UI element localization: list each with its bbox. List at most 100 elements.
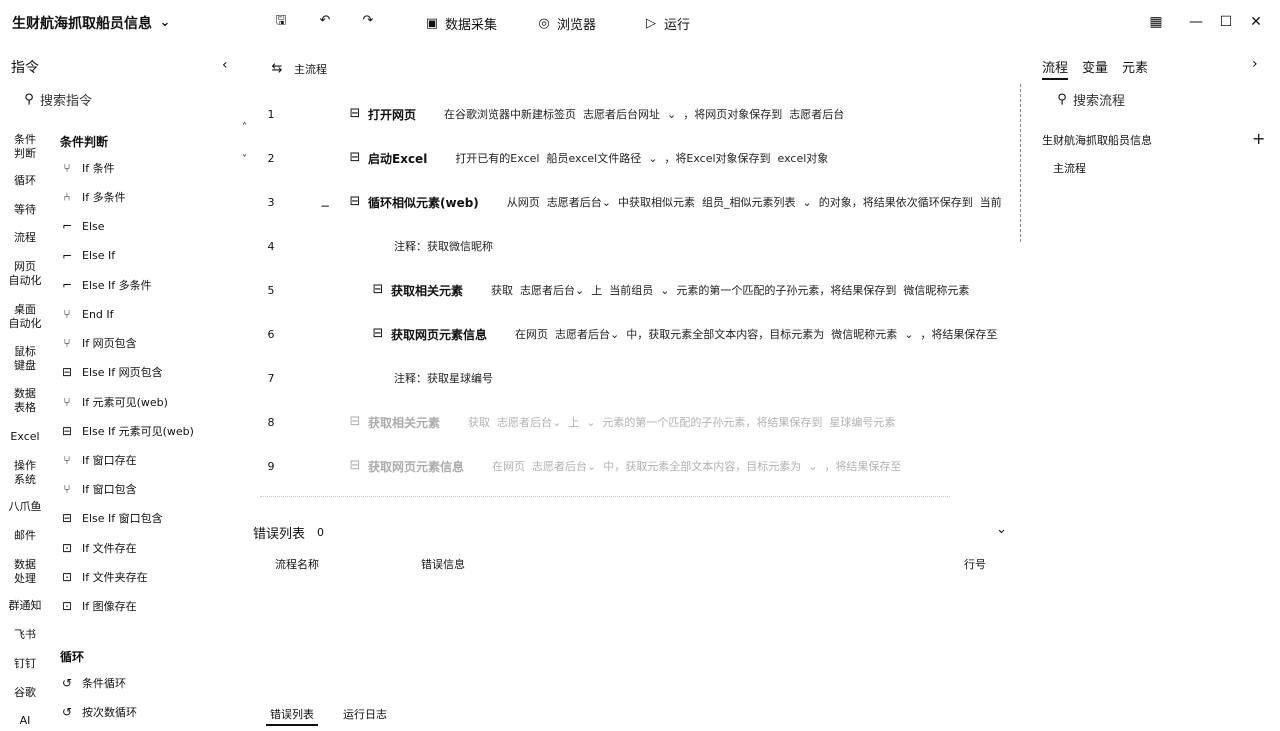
tab-error-list[interactable]: 错误列表: [266, 706, 318, 726]
command-item[interactable]: ⌐ Else If 多条件: [60, 277, 152, 293]
flow-step[interactable]: ⊟ 获取相关元素 获取 志愿者后台⌄ 上 ⌄ 元素的第一个匹配的子孙元素，将结果保存…: [348, 413, 896, 431]
command-item[interactable]: ⑃ If 多条件: [60, 189, 126, 205]
redo-button[interactable]: ↷: [361, 14, 375, 28]
command-search-input[interactable]: ⚲ 搜索指令: [22, 90, 92, 109]
category-item[interactable]: 钉钉: [4, 657, 46, 671]
app-title-text: 生财航海抓取船员信息: [12, 16, 152, 32]
command-item[interactable]: ⑂ If 窗口存在: [60, 452, 137, 468]
step-icon: ⊟: [349, 194, 361, 209]
command-item[interactable]: ⑂ If 网页包含: [60, 335, 136, 351]
minimize-button[interactable]: —: [1188, 14, 1204, 30]
command-item[interactable]: ↺ 条件循环: [60, 675, 126, 691]
category-item[interactable]: 邮件: [4, 529, 46, 543]
command-label: Else If 元素可见(web): [82, 424, 194, 438]
command-item[interactable]: ⑂ If 条件: [60, 160, 114, 176]
step-description: 在网页 志愿者后台⌄ 中，获取元素全部文本内容，目标元素为 ⌄ ，将结果保存至: [492, 460, 902, 473]
scrollbar[interactable]: [1016, 84, 1021, 242]
chevron-down-icon: ⌄: [996, 522, 1007, 537]
close-icon: ✕: [1250, 14, 1262, 30]
command-label: If 窗口存在: [82, 454, 137, 467]
maximize-button[interactable]: ☐: [1218, 14, 1234, 30]
category-item[interactable]: AI: [4, 714, 46, 728]
category-item[interactable]: 条件 判断: [4, 133, 46, 161]
category-item[interactable]: 操作 系统: [4, 459, 46, 487]
category-item[interactable]: 鼠标 键盘: [4, 345, 46, 373]
step-description: 在网页 志愿者后台⌄ 中，获取元素全部文本内容，目标元素为 微信昵称元素 ⌄ ，…: [515, 328, 998, 341]
save-button[interactable]: 🖫: [274, 14, 288, 28]
command-label: If 多条件: [82, 191, 126, 205]
step-description: 在谷歌浏览器中新建标签页 志愿者后台网址 ⌄ ，将网页对象保存到 志愿者后台: [444, 108, 845, 121]
layout-button[interactable]: ▦: [1148, 14, 1164, 30]
browser-button[interactable]: ◎ 浏览器: [537, 14, 596, 33]
step-comment: 注释：获取微信昵称: [394, 240, 493, 253]
search-icon: ⚲: [24, 91, 34, 107]
flow-step[interactable]: ⊟ 获取相关元素 获取 志愿者后台⌄ 上 当前组员 ⌄ 元素的第一个匹配的子孙元素，…: [371, 281, 970, 299]
data-collect-label: 数据采集: [445, 18, 498, 33]
tab-run-log[interactable]: 运行日志: [343, 706, 387, 722]
category-item[interactable]: 八爪鱼: [4, 500, 46, 514]
close-button[interactable]: ✕: [1248, 14, 1264, 30]
category-item[interactable]: 谷歌: [4, 686, 46, 700]
category-item[interactable]: 数据 处理: [4, 558, 46, 586]
step-name: 打开网页: [368, 107, 417, 122]
command-item[interactable]: ⌐ Else: [60, 218, 105, 234]
h-scrollbar[interactable]: [260, 496, 950, 497]
row-number: 7: [267, 372, 275, 385]
command-label: Else If: [82, 249, 116, 263]
flow-tab-main[interactable]: ⇆ 主流程: [270, 61, 327, 77]
category-item[interactable]: 桌面 自动化: [4, 303, 46, 331]
row-number: 1: [267, 108, 275, 121]
tab-elements[interactable]: 元素: [1122, 57, 1148, 76]
flow-step[interactable]: ⊟ 打开网页 在谷歌浏览器中新建标签页 志愿者后台网址 ⌄ ，将网页对象保存到 志愿…: [348, 105, 845, 123]
command-item[interactable]: ⑂ If 窗口包含: [60, 481, 136, 497]
flow-search-input[interactable]: ⚲ 搜索流程: [1055, 90, 1125, 109]
collapse-left-button[interactable]: ‹: [222, 57, 228, 73]
command-item[interactable]: ⊡ If 文件夹存在: [60, 569, 148, 585]
command-icon: ⊡: [61, 540, 73, 555]
data-collect-icon: ▣: [425, 15, 439, 31]
category-item[interactable]: 网页 自动化: [4, 260, 46, 288]
scroll-down-icon: ˅: [242, 154, 247, 165]
command-item[interactable]: ⑂ End If: [60, 306, 113, 322]
tab-variables[interactable]: 变量: [1082, 57, 1108, 76]
error-collapse-button[interactable]: ⌄: [996, 522, 1007, 537]
scroll-mark-icon: ˄: [242, 122, 247, 133]
flow-step[interactable]: ⊟ 循环相似元素(web) 从网页 志愿者后台⌄ 中获取相似元素 组员_相似元素列表…: [348, 193, 1002, 211]
browser-label: 浏览器: [557, 18, 597, 33]
flow-step[interactable]: 注释：获取微信昵称: [394, 237, 493, 255]
step-icon: ⊟: [349, 150, 361, 165]
command-label: If 元素可见(web): [82, 395, 168, 409]
flow-item-main[interactable]: 主流程: [1053, 160, 1086, 176]
run-button[interactable]: ▷ 运行: [644, 14, 690, 33]
collapse-right-button[interactable]: ›: [1252, 56, 1258, 72]
tab-flows[interactable]: 流程: [1042, 57, 1069, 80]
command-item[interactable]: ↺ 按次数循环: [60, 704, 137, 720]
flow-step[interactable]: ⊟ 启动Excel 打开已有的Excel 船员excel文件路径 ⌄ ，将Excel…: [348, 149, 829, 167]
category-item[interactable]: 等待: [4, 203, 46, 217]
flow-step[interactable]: ⊟ 获取网页元素信息 在网页 志愿者后台⌄ 中，获取元素全部文本内容，目标元素为 ⌄…: [348, 457, 902, 475]
flow-step[interactable]: 注释：获取星球编号: [394, 369, 493, 387]
collapse-loop-icon[interactable]: −: [320, 199, 330, 213]
command-item[interactable]: ⌐ Else If: [60, 248, 115, 264]
flow-step[interactable]: ⊟ 获取网页元素信息 在网页 志愿者后台⌄ 中，获取元素全部文本内容，目标元素为 微…: [371, 325, 998, 343]
command-item[interactable]: ⑂ If 元素可见(web): [60, 394, 168, 410]
data-collect-button[interactable]: ▣ 数据采集: [425, 14, 497, 33]
category-item[interactable]: 循环: [4, 174, 46, 188]
col-line-no: 行号: [964, 558, 986, 571]
category-item[interactable]: 数据 表格: [4, 387, 46, 415]
step-icon: ⊟: [372, 326, 384, 341]
command-item[interactable]: ⊟ Else If 网页包含: [60, 364, 163, 380]
command-item[interactable]: ⊟ Else If 元素可见(web): [60, 423, 194, 439]
command-icon: ⑂: [63, 161, 71, 175]
add-flow-button[interactable]: +: [1252, 129, 1265, 148]
category-item[interactable]: Excel: [4, 430, 46, 444]
command-item[interactable]: ⊡ If 图像存在: [60, 598, 137, 614]
category-item[interactable]: 飞书: [4, 628, 46, 642]
command-item[interactable]: ⊟ Else If 窗口包含: [60, 510, 163, 526]
command-item[interactable]: ⊡ If 文件存在: [60, 540, 137, 556]
command-icon: ⑂: [63, 336, 71, 351]
undo-button[interactable]: ↶: [318, 14, 332, 28]
app-title[interactable]: 生财航海抓取船员信息 ⌄: [12, 13, 172, 33]
category-item[interactable]: 流程: [4, 231, 46, 245]
category-item[interactable]: 群通知: [4, 599, 46, 613]
